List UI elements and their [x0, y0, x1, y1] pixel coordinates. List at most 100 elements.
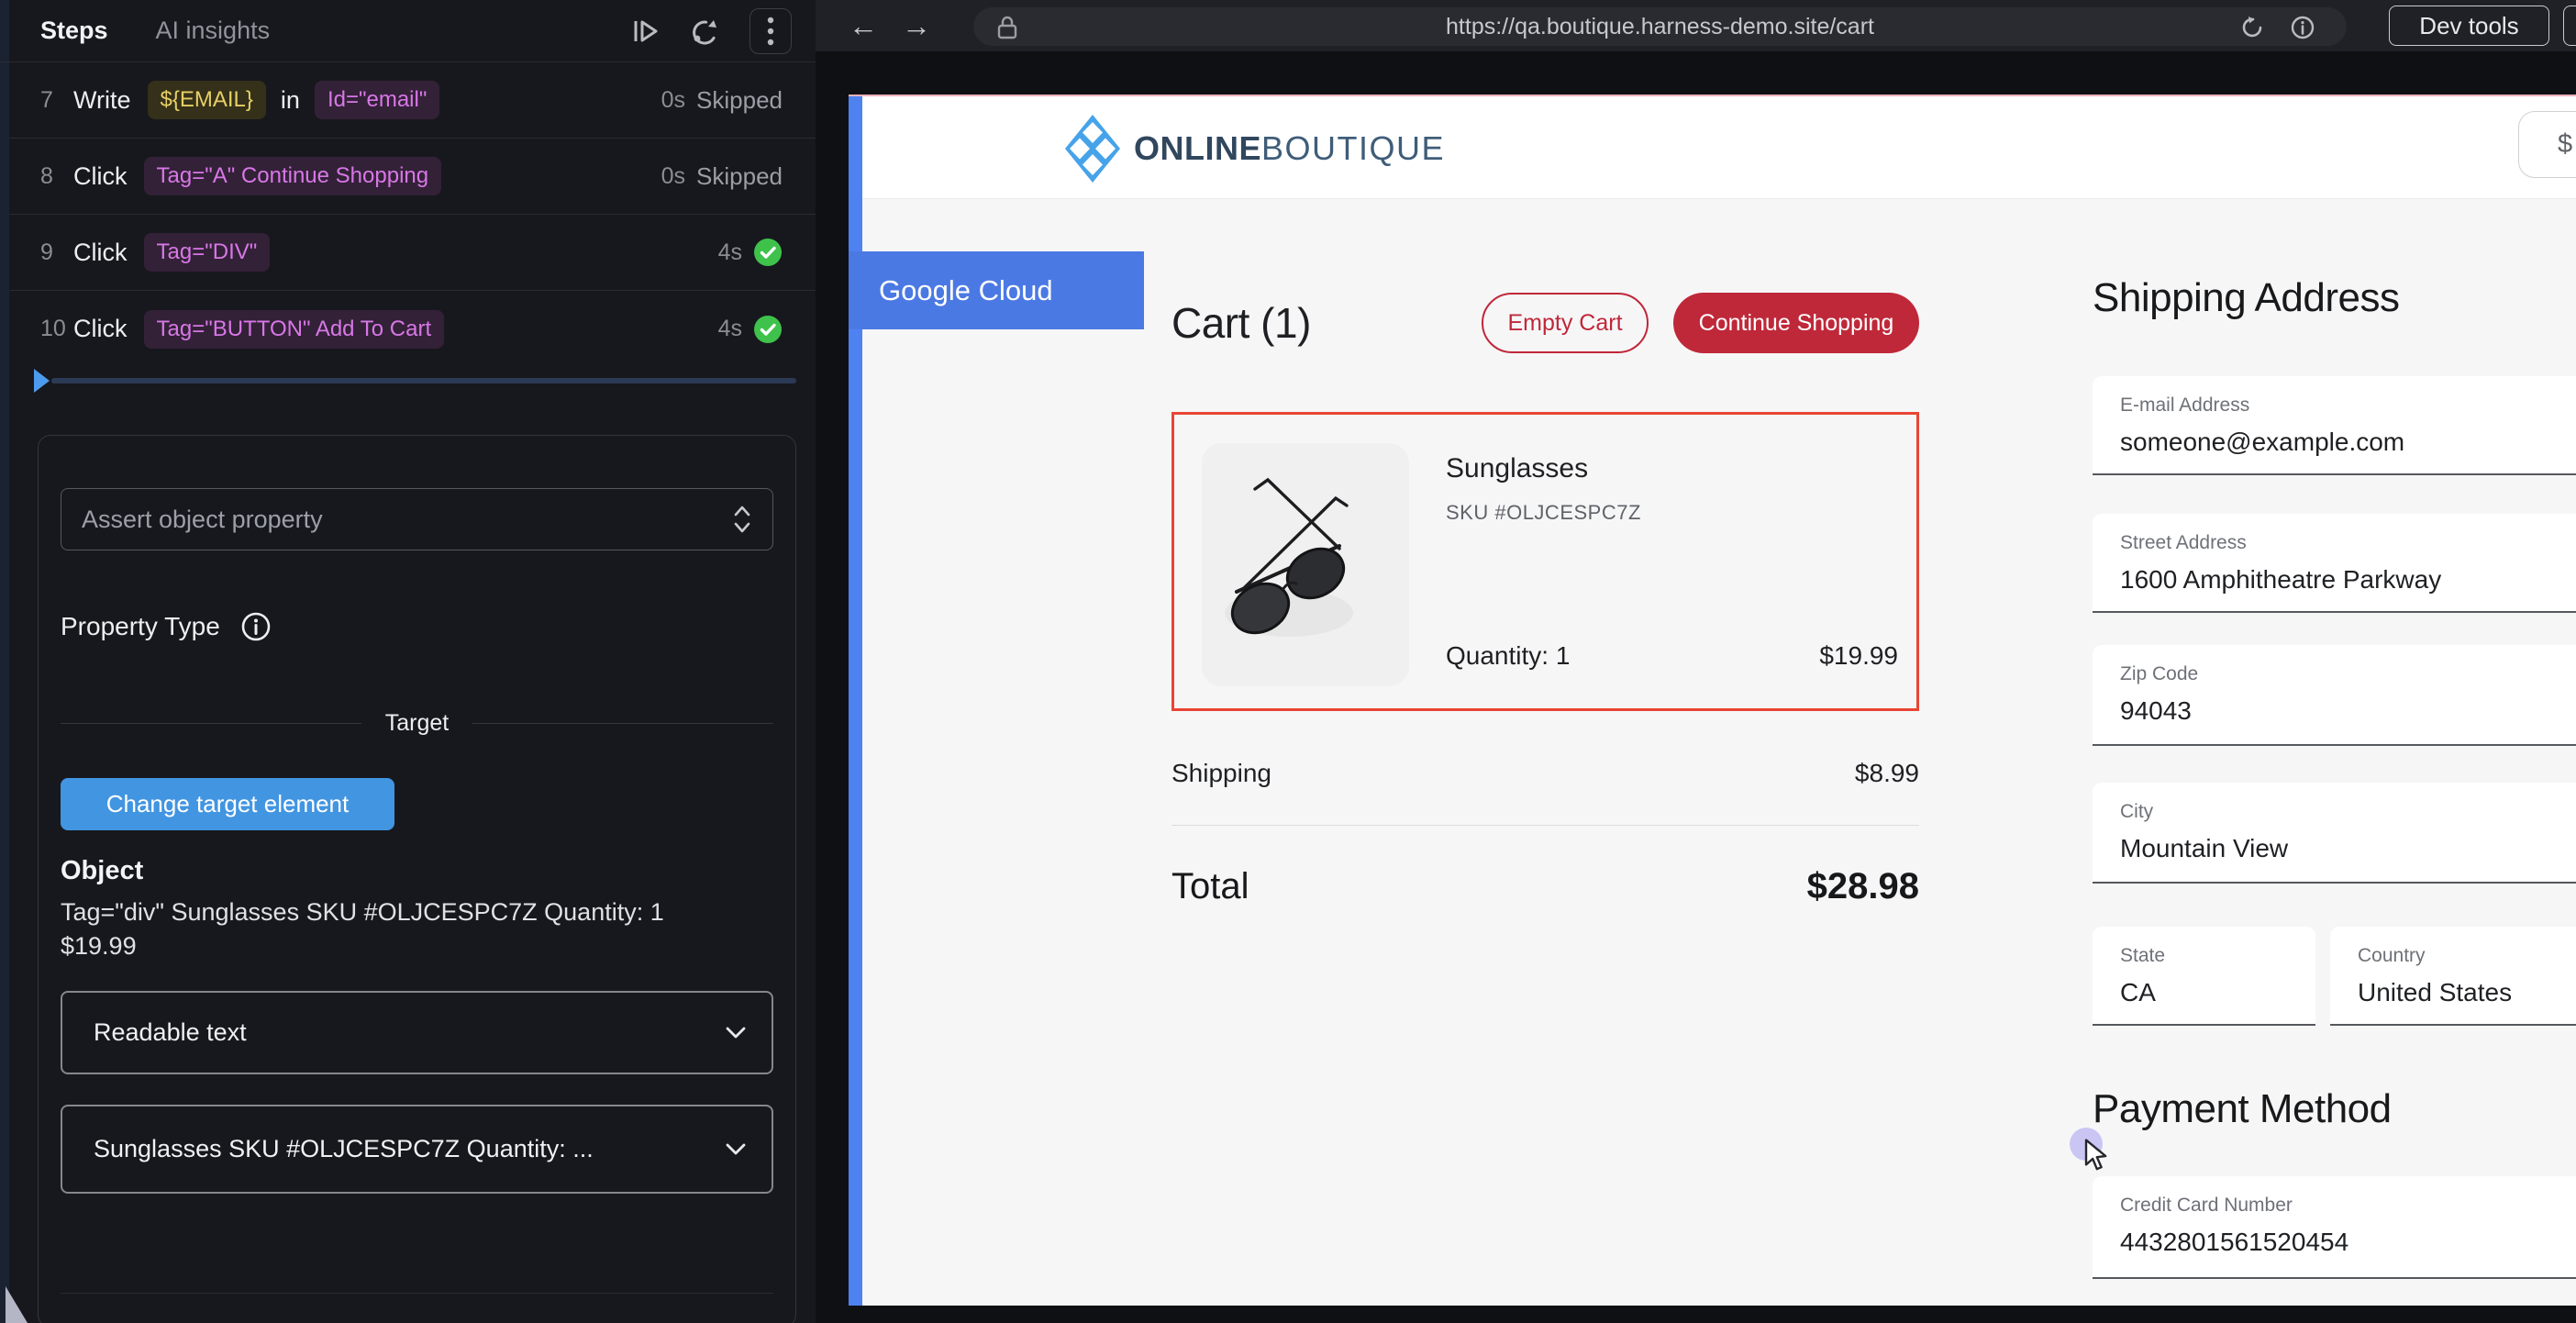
card-field[interactable]: Credit Card Number 4432801561520454 — [2093, 1176, 2576, 1279]
cart-item-highlighted[interactable]: Sunglasses SKU #OLJCESPC7Z Quantity: 1 $… — [1171, 412, 1919, 711]
rerun-icon[interactable] — [689, 15, 722, 48]
continue-shopping-button[interactable]: Continue Shopping — [1673, 293, 1919, 353]
assert-type-select[interactable]: Assert object property — [61, 488, 773, 550]
step-action: Write — [73, 86, 131, 115]
zip-field[interactable]: Zip Code 94043 — [2093, 645, 2576, 746]
clipped-toolbar-button[interactable] — [2563, 6, 2576, 46]
step-row-10[interactable]: 10ClickTag="BUTTON" Add To Cart4s — [0, 291, 816, 367]
resume-run-icon[interactable] — [630, 16, 661, 47]
lock-icon — [995, 15, 1019, 40]
step-duration: 4s — [718, 316, 742, 342]
selector-badge: Tag="BUTTON" Add To Cart — [144, 310, 445, 349]
total-row: Total $28.98 — [1171, 866, 1919, 907]
empty-cart-button[interactable]: Empty Cart — [1482, 293, 1649, 353]
expected-value-text: Sunglasses SKU #OLJCESPC7Z Quantity: ... — [94, 1135, 594, 1163]
step-action: Click — [73, 239, 128, 267]
selector-badge: Id="email" — [315, 81, 439, 119]
variable-badge: ${EMAIL} — [148, 81, 266, 119]
object-heading: Object — [61, 856, 773, 886]
property-type-info-icon[interactable] — [240, 611, 272, 642]
total-value: $28.98 — [1807, 866, 1919, 907]
currency-symbol: $ — [2558, 129, 2572, 160]
logo-text: ONLINEBOUTIQUE — [1134, 129, 1445, 168]
cart-title: Cart (1) — [1171, 298, 1311, 348]
item-name: Sunglasses — [1446, 453, 1588, 484]
panel-header: Steps AI insights — [0, 0, 816, 62]
test-steps-panel: Steps AI insights 7Write${EMAIL}inId="em… — [0, 0, 816, 1323]
card-field-label: Credit Card Number — [2120, 1195, 2576, 1217]
select-updown-icon — [732, 503, 752, 536]
readable-text-value: Readable text — [94, 1018, 247, 1047]
app: Steps AI insights 7Write${EMAIL}inId="em… — [0, 0, 2576, 1323]
playhead-marker — [0, 369, 816, 393]
url-text: https://qa.boutique.harness-demo.site/ca… — [973, 14, 2347, 40]
step-status-skipped: Skipped — [696, 162, 783, 191]
step-passed-check-icon — [753, 238, 783, 267]
logo-text-light: BOUTIQUE — [1261, 129, 1445, 167]
total-label: Total — [1171, 866, 1249, 907]
step-duration: 0s — [661, 163, 685, 190]
browser-viewport: ONLINEBOUTIQUE $ Google Cloud Cart (1) E… — [816, 51, 2576, 1323]
browser-chrome-bar: ← → https://qa.boutique.harness-demo.sit… — [816, 0, 2576, 51]
reload-icon[interactable] — [2240, 15, 2266, 40]
country-field[interactable]: CountryUnited States — [2330, 927, 2576, 1026]
expected-value-dropdown[interactable]: Sunglasses SKU #OLJCESPC7Z Quantity: ... — [61, 1105, 773, 1194]
card-field-value: 4432801561520454 — [2120, 1228, 2576, 1257]
info-icon[interactable] — [2290, 15, 2315, 40]
email-field-label: E-mail Address — [2120, 395, 2576, 417]
assert-type-value: Assert object property — [82, 506, 323, 534]
product-image-sunglasses — [1202, 443, 1409, 686]
step-duration: 4s — [718, 239, 742, 266]
devtools-button[interactable]: Dev tools — [2389, 6, 2549, 46]
logo-text-bold: ONLINE — [1134, 129, 1261, 167]
step-row-8[interactable]: 8ClickTag="A" Continue Shopping0sSkipped — [0, 139, 816, 215]
readable-text-dropdown[interactable]: Readable text — [61, 991, 773, 1074]
selector-badge: Tag="A" Continue Shopping — [144, 157, 442, 195]
more-options-menu-icon[interactable] — [749, 8, 792, 54]
state-field[interactable]: StateCA — [2093, 927, 2315, 1026]
checkout-form: Shipping Address E-mail Address someone@e… — [2093, 275, 2576, 1279]
pointer-cursor — [2082, 1139, 2114, 1173]
step-number: 8 — [40, 163, 73, 190]
shipping-value: $8.99 — [1855, 759, 1919, 788]
email-field[interactable]: E-mail Address someone@example.com — [2093, 376, 2576, 475]
item-price: $19.99 — [1819, 641, 1898, 671]
object-description: Tag="div" Sunglasses SKU #OLJCESPC7Z Qua… — [61, 895, 739, 963]
zip-field-label: Zip Code — [2120, 663, 2576, 685]
change-target-element-button[interactable]: Change target element — [61, 778, 394, 830]
step-row-9[interactable]: 9ClickTag="DIV"4s — [0, 215, 816, 291]
city-field[interactable]: City Mountain View — [2093, 783, 2576, 884]
country-field-label: Country — [2358, 945, 2576, 967]
shipping-cost-row: Shipping $8.99 — [1171, 759, 1919, 788]
city-field-value: Mountain View — [2120, 834, 2576, 863]
zip-field-value: 94043 — [2120, 696, 2576, 726]
online-boutique-logo[interactable]: ONLINEBOUTIQUE — [1064, 114, 1445, 183]
property-type-label: Property Type — [61, 612, 220, 641]
playhead-triangle-icon — [34, 369, 50, 393]
forward-button[interactable]: → — [902, 11, 931, 40]
step-row-7[interactable]: 7Write${EMAIL}inId="email"0sSkipped — [0, 62, 816, 139]
state-field-value: CA — [2120, 978, 2315, 1007]
step-passed-check-icon — [753, 315, 783, 344]
chevron-down-icon — [724, 1141, 748, 1158]
shipping-address-heading: Shipping Address — [2093, 275, 2576, 321]
street-field[interactable]: Street Address1600 Amphitheatre Parkway — [2093, 514, 2576, 613]
assert-footer-divider — [61, 1293, 773, 1294]
step-action: Click — [73, 315, 128, 343]
logo-diamond-icon — [1064, 114, 1121, 183]
url-bar[interactable]: https://qa.boutique.harness-demo.site/ca… — [973, 7, 2347, 46]
online-boutique-page: ONLINEBOUTIQUE $ Google Cloud Cart (1) E… — [849, 94, 2576, 1306]
step-number: 9 — [40, 239, 73, 266]
tab-steps[interactable]: Steps — [40, 17, 108, 45]
item-sku: SKU #OLJCESPC7Z — [1446, 501, 1641, 525]
site-header: ONLINEBOUTIQUE $ — [862, 96, 2576, 199]
step-status-skipped: Skipped — [696, 86, 783, 115]
city-field-label: City — [2120, 801, 2576, 823]
step-duration: 0s — [661, 87, 685, 114]
tab-ai-insights[interactable]: AI insights — [156, 17, 271, 45]
back-button[interactable]: ← — [849, 11, 878, 40]
email-field-value: someone@example.com — [2120, 428, 2576, 457]
target-label: Target — [385, 710, 449, 737]
google-cloud-badge: Google Cloud — [849, 251, 1144, 329]
currency-selector[interactable]: $ — [2518, 111, 2576, 178]
